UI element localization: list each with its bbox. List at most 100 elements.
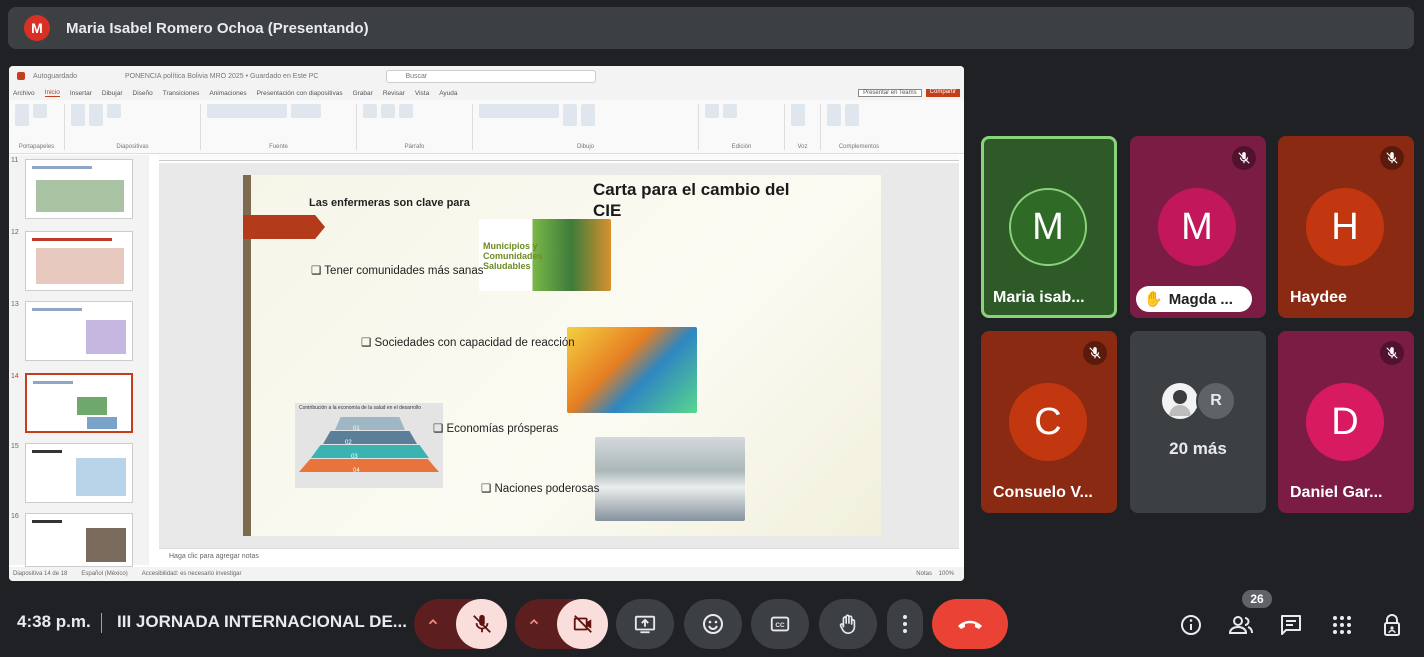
presenter-bar: M Maria Isabel Romero Ochoa (Presentando… [8, 7, 1414, 49]
present-screen-icon [634, 615, 656, 634]
zoom-level[interactable]: 100% [939, 571, 954, 577]
group-label: Fuente [269, 144, 288, 150]
raised-hand-icon: ✋ [1144, 291, 1163, 308]
paste-icon[interactable] [15, 104, 29, 126]
bullets-icon[interactable] [363, 104, 377, 118]
thumb-number: 11 [11, 157, 19, 164]
thumb-slide-13[interactable] [25, 301, 133, 361]
ribbon-tabs: Archivo Inicio Insertar Dibujar Diseño T… [9, 86, 964, 100]
ppt-share-button[interactable]: Compartir [925, 89, 960, 97]
cut-icon[interactable] [33, 104, 47, 118]
ppt-status-bar: Diapositiva 14 de 18 Español (México) Ac… [9, 567, 964, 581]
align-icon[interactable] [399, 104, 413, 118]
thumb-number: 16 [11, 513, 19, 520]
tab-diseno[interactable]: Diseño [133, 90, 153, 97]
thumb-slide-16[interactable] [25, 513, 133, 567]
mic-off-icon [1380, 146, 1404, 170]
find-icon[interactable] [705, 104, 719, 118]
thumb-number: 14 [11, 373, 19, 380]
font-size-select[interactable] [291, 104, 321, 118]
replace-icon[interactable] [723, 104, 737, 118]
participant-avatar: M [1009, 188, 1087, 266]
tab-ayuda[interactable]: Ayuda [439, 90, 457, 97]
quick-styles-icon[interactable] [581, 104, 595, 126]
participant-avatar: M [1158, 188, 1236, 266]
participant-avatar: C [1009, 383, 1087, 461]
powerpoint-icon [17, 72, 25, 80]
more-count: 20 más [1169, 439, 1227, 458]
language-status[interactable]: Español (México) [81, 571, 127, 577]
tab-presentacion[interactable]: Presentación con diapositivas [257, 90, 343, 97]
addins-icon[interactable] [827, 104, 841, 126]
activities-button[interactable] [1324, 607, 1360, 643]
meeting-clock: 4:38 p.m. [17, 612, 91, 631]
mic-options-chevron-icon[interactable] [426, 615, 440, 634]
current-slide[interactable]: Las enfermeras son clave para Carta para… [243, 175, 881, 536]
notes-pane[interactable]: Haga clic para agregar notas [159, 548, 959, 565]
tab-insertar[interactable]: Insertar [70, 90, 92, 97]
group-slides: Diapositivas [71, 104, 201, 150]
tab-grabar[interactable]: Grabar [353, 90, 373, 97]
chat-button[interactable] [1273, 607, 1309, 643]
tab-dibujar[interactable]: Dibujar [102, 90, 123, 97]
numbering-icon[interactable] [381, 104, 395, 118]
thumb-number: 13 [11, 301, 19, 308]
presenter-name: Maria Isabel Romero Ochoa (Presentando) [66, 19, 369, 37]
mic-off-icon [1083, 341, 1107, 365]
arrange-icon[interactable] [563, 104, 577, 126]
present-teams-button[interactable]: Presentar en Teams [858, 89, 922, 97]
tab-revisar[interactable]: Revisar [383, 90, 405, 97]
accessibility-status[interactable]: Accesibilidad: es necesario investigar [142, 571, 242, 577]
leave-call-button[interactable] [932, 599, 1008, 649]
thumb-slide-11[interactable] [25, 159, 133, 219]
emoji-icon [703, 614, 723, 634]
mic-control-group [414, 599, 507, 649]
participant-tile-maria[interactable]: M Maria isab... [981, 136, 1117, 318]
meeting-title[interactable]: III JORNADA INTERNACIONAL DE... [117, 612, 407, 632]
captions-icon: CC [770, 616, 790, 632]
host-controls-button[interactable] [1375, 607, 1411, 643]
reactions-button[interactable] [684, 599, 742, 649]
dictate-icon[interactable] [791, 104, 805, 126]
new-slide-icon[interactable] [71, 104, 85, 126]
mic-off-icon [1232, 146, 1256, 170]
participant-tile-magda[interactable]: M ✋ Magda ... [1130, 136, 1266, 318]
reuse-slides-icon[interactable] [89, 104, 103, 126]
shapes-gallery[interactable] [479, 104, 559, 118]
meeting-info-button[interactable] [1173, 607, 1209, 643]
more-options-button[interactable] [887, 599, 923, 649]
participant-avatar: H [1306, 188, 1384, 266]
participant-tile-consuelo[interactable]: C Consuelo V... [981, 331, 1117, 513]
layout-icon[interactable] [107, 104, 121, 118]
participant-tile-daniel[interactable]: D Daniel Gar... [1278, 331, 1414, 513]
designer-icon[interactable] [845, 104, 859, 126]
participant-name: Magda ... [1168, 290, 1233, 308]
mic-toggle-button[interactable] [456, 599, 507, 649]
group-label: Dibujo [576, 144, 594, 150]
captions-button[interactable]: CC [751, 599, 809, 649]
participant-tile-haydee[interactable]: H Haydee [1278, 136, 1414, 318]
thumb-slide-14[interactable] [25, 373, 133, 433]
tab-archivo[interactable]: Archivo [13, 90, 35, 97]
summit-meeting-image [595, 437, 745, 521]
raise-hand-button[interactable] [819, 599, 877, 649]
bullet-1: ❑ Tener comunidades más sanas [311, 265, 484, 277]
thumb-slide-15[interactable] [25, 443, 133, 503]
call-end-icon [958, 620, 982, 629]
more-participants-tile[interactable]: R 20 más [1130, 331, 1266, 513]
people-button[interactable] [1223, 607, 1259, 643]
tab-inicio[interactable]: Inicio [44, 89, 60, 97]
ppt-search-input[interactable]: Buscar [386, 69, 597, 83]
font-select[interactable] [207, 104, 287, 118]
notes-toggle[interactable]: Notas [916, 571, 932, 577]
tab-animaciones[interactable]: Animaciones [209, 90, 246, 97]
group-label: Párrafo [404, 144, 425, 150]
thumb-slide-12[interactable] [25, 231, 133, 291]
globe-puzzle-image [567, 327, 697, 413]
tab-transiciones[interactable]: Transiciones [163, 90, 200, 97]
present-screen-button[interactable] [616, 599, 674, 649]
camera-options-chevron-icon[interactable] [527, 615, 541, 634]
slide-editor: Las enfermeras son clave para Carta para… [159, 163, 959, 548]
camera-toggle-button[interactable] [557, 599, 608, 649]
tab-vista[interactable]: Vista [415, 90, 429, 97]
